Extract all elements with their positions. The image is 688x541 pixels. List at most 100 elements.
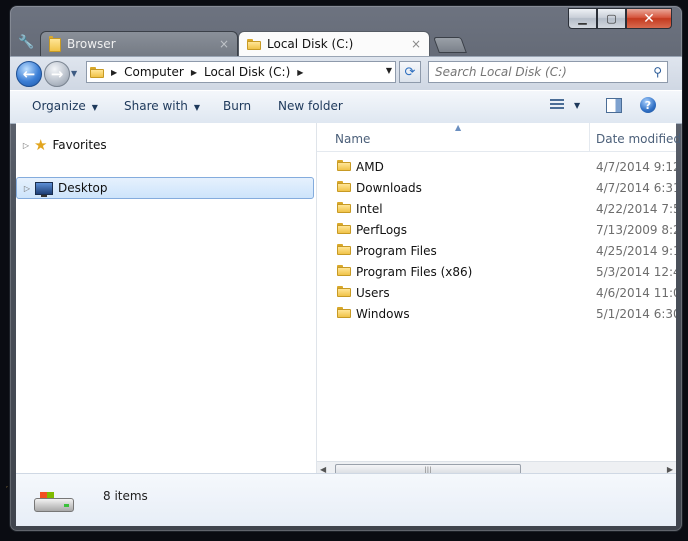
address-bar[interactable]: ▶ Computer ▶ Local Disk (C:) ▶ ▼ <box>86 61 396 83</box>
close-button[interactable]: ✕ <box>626 8 672 29</box>
list-item[interactable]: AMD 4/7/2014 9:12 P <box>317 157 676 178</box>
command-bar: Organize ▼ Share with ▼ Burn New folder ▼ … <box>10 90 682 124</box>
file-date: 4/7/2014 9:12 P <box>596 160 676 174</box>
item-count: 8 items <box>103 489 148 503</box>
file-date: 4/22/2014 7:55 <box>596 202 676 216</box>
details-pane: 8 items <box>16 473 676 526</box>
history-dropdown-icon[interactable]: ▼ <box>71 69 77 78</box>
file-name: AMD <box>356 160 384 174</box>
breadcrumb-arrow-icon[interactable]: ▶ <box>111 68 117 77</box>
search-box[interactable]: ⚲ <box>428 61 668 83</box>
folder-icon <box>337 243 351 255</box>
help-icon[interactable]: ? <box>640 97 656 113</box>
address-dropdown-icon[interactable]: ▼ <box>386 66 392 75</box>
tab-strip: 🔧 Browser × Local Disk (C:) × <box>10 29 682 56</box>
new-tab-button[interactable] <box>433 37 467 53</box>
wrench-icon[interactable]: 🔧 <box>18 35 34 50</box>
chevron-down-icon: ▼ <box>91 103 98 112</box>
drive-icon <box>90 66 104 78</box>
file-name: Program Files <box>356 244 437 258</box>
window-controls: ▁ ▢ ✕ <box>568 8 672 29</box>
hard-drive-icon <box>34 492 74 514</box>
sort-ascending-icon: ▲ <box>455 123 462 132</box>
list-item[interactable]: Intel 4/22/2014 7:55 <box>317 199 676 220</box>
file-date: 5/3/2014 12:48 <box>596 265 676 279</box>
file-name: Users <box>356 286 390 300</box>
minimize-button[interactable]: ▁ <box>568 8 597 29</box>
folder-icon <box>337 159 351 171</box>
folder-icon <box>337 222 351 234</box>
list-item[interactable]: Downloads 4/7/2014 6:31 P <box>317 178 676 199</box>
navigation-pane: ▷ ★ Favorites ▷ Desktop <box>16 123 317 473</box>
maximize-icon: ▢ <box>606 12 617 25</box>
file-date: 4/7/2014 6:31 P <box>596 181 676 195</box>
list-item[interactable]: Program Files (x86) 5/3/2014 12:48 <box>317 262 676 283</box>
tab-local-disk[interactable]: Local Disk (C:) × <box>238 31 430 56</box>
file-list: ▲ Name Date modified AMD 4/7/2014 9:12 P… <box>317 123 681 479</box>
new-folder-button[interactable]: New folder <box>278 99 343 113</box>
refresh-button[interactable]: ⟳ <box>399 61 421 83</box>
column-divider[interactable] <box>589 123 590 151</box>
tab-label: Local Disk (C:) <box>267 37 354 51</box>
tab-close-icon[interactable]: × <box>219 37 229 51</box>
navigation-bar: ← → ▼ ▶ Computer ▶ Local Disk (C:) ▶ ▼ ⟳… <box>10 56 682 91</box>
back-arrow-icon: ← <box>22 65 36 83</box>
file-date: 5/1/2014 6:30 P <box>596 307 676 321</box>
organize-button[interactable]: Organize ▼ <box>32 99 98 113</box>
breadcrumb-arrow-icon[interactable]: ▶ <box>297 68 303 77</box>
tab-browser[interactable]: Browser × <box>40 31 238 56</box>
forward-arrow-icon: → <box>50 65 64 83</box>
file-name: Downloads <box>356 181 422 195</box>
drive-icon <box>247 38 261 50</box>
chevron-down-icon: ▼ <box>193 103 201 112</box>
file-name: Intel <box>356 202 383 216</box>
file-date: 4/6/2014 11:05 <box>596 286 676 300</box>
file-name: PerfLogs <box>356 223 408 237</box>
expand-arrow-icon[interactable]: ▷ <box>20 141 32 150</box>
star-icon: ★ <box>34 136 48 154</box>
folder-icon <box>337 264 351 276</box>
breadcrumb-computer[interactable]: Computer <box>124 65 184 79</box>
change-view-icon[interactable] <box>550 99 564 111</box>
folder-icon <box>337 180 351 192</box>
maximize-button[interactable]: ▢ <box>597 8 626 29</box>
column-header-date-modified[interactable]: Date modified <box>596 132 681 146</box>
close-icon: ✕ <box>643 10 655 27</box>
minimize-icon: ▁ <box>578 12 587 25</box>
column-headers: ▲ Name Date modified <box>317 123 681 152</box>
column-header-name[interactable]: Name <box>335 132 370 146</box>
share-with-label: Share with <box>124 99 188 113</box>
back-button[interactable]: ← <box>16 61 42 87</box>
nav-item-label: Desktop <box>58 181 108 195</box>
main-content: ▷ ★ Favorites ▷ Desktop ▲ Name Date modi… <box>16 123 681 479</box>
preview-pane-icon[interactable] <box>606 98 622 113</box>
list-item[interactable]: Windows 5/1/2014 6:30 P <box>317 304 676 325</box>
file-name: Program Files (x86) <box>356 265 473 279</box>
list-item[interactable]: Users 4/6/2014 11:05 <box>317 283 676 304</box>
search-icon[interactable]: ⚲ <box>653 65 662 79</box>
breadcrumb-arrow-icon[interactable]: ▶ <box>191 68 197 77</box>
file-date: 4/25/2014 9:13 <box>596 244 676 258</box>
list-item[interactable]: PerfLogs 7/13/2009 8:20 <box>317 220 676 241</box>
breadcrumb-local-disk[interactable]: Local Disk (C:) <box>204 65 290 79</box>
nav-item-label: Favorites <box>52 138 107 152</box>
file-date: 7/13/2009 8:20 <box>596 223 676 237</box>
refresh-icon: ⟳ <box>404 64 416 80</box>
explorer-window: ▁ ▢ ✕ 🔧 Browser × Local Disk (C:) × ← → … <box>10 6 682 531</box>
list-item[interactable]: Program Files 4/25/2014 9:13 <box>317 241 676 262</box>
tab-label: Browser <box>67 37 116 51</box>
view-options-dropdown-icon[interactable]: ▼ <box>574 101 580 110</box>
folder-icon <box>49 36 61 52</box>
folder-icon <box>337 285 351 297</box>
expand-arrow-icon[interactable]: ▷ <box>21 184 33 193</box>
nav-item-favorites[interactable]: ▷ ★ Favorites <box>16 135 107 155</box>
search-input[interactable] <box>429 64 652 80</box>
organize-label: Organize <box>32 99 86 113</box>
nav-item-desktop[interactable]: ▷ Desktop <box>16 177 314 199</box>
forward-button[interactable]: → <box>44 61 70 87</box>
tab-close-icon[interactable]: × <box>411 37 421 51</box>
burn-button[interactable]: Burn <box>223 99 251 113</box>
file-name: Windows <box>356 307 410 321</box>
folder-icon <box>337 306 351 318</box>
share-with-button[interactable]: Share with ▼ <box>124 99 200 113</box>
